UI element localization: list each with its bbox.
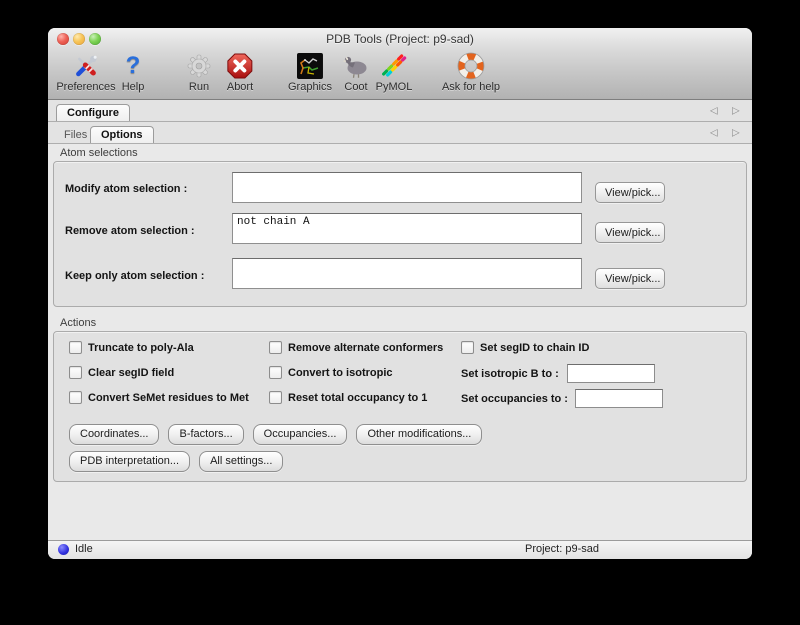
toolbar-button-coot[interactable]: Coot bbox=[342, 51, 370, 93]
toolbar-label-graphics: Graphics bbox=[288, 81, 332, 93]
checkbox-convert-to-isotropic[interactable]: Convert to isotropic bbox=[269, 366, 393, 379]
toolbar-button-preferences[interactable]: Preferences bbox=[56, 51, 115, 93]
toolbar-label-preferences: Preferences bbox=[56, 81, 115, 93]
actions-group-label: Actions bbox=[60, 317, 96, 329]
checkbox-set-segid-to-chain-id[interactable]: Set segID to chain ID bbox=[461, 341, 589, 354]
inner-tab-bar: Files Options ◁ ▷ bbox=[48, 122, 752, 144]
modify-atom-selection-label: Modify atom selection : bbox=[65, 183, 187, 195]
checkbox-remove-alternate-conformers[interactable]: Remove alternate conformers bbox=[269, 341, 443, 354]
crossed-tools-icon bbox=[56, 51, 115, 81]
view-pick-modify-button[interactable]: View/pick... bbox=[595, 182, 665, 203]
close-window-button[interactable] bbox=[57, 33, 69, 45]
status-indicator-ball-icon bbox=[58, 544, 69, 555]
toolbar-button-ask-for-help[interactable]: Ask for help bbox=[442, 51, 500, 93]
set-occupancies-input[interactable] bbox=[575, 389, 663, 408]
tab-options[interactable]: Options bbox=[90, 126, 154, 143]
titlebar-toolbar: PDB Tools (Project: p9-sad) Preferences … bbox=[48, 28, 752, 100]
atom-selections-group-label: Atom selections bbox=[60, 147, 138, 159]
other-modifications-button[interactable]: Other modifications... bbox=[356, 424, 482, 445]
question-mark-icon: ? bbox=[122, 51, 145, 81]
toolbar-button-help[interactable]: ? Help bbox=[122, 51, 145, 93]
set-occupancies-label: Set occupancies to : bbox=[461, 393, 568, 405]
view-pick-remove-button[interactable]: View/pick... bbox=[595, 222, 665, 243]
checkbox-box-icon bbox=[269, 391, 282, 404]
toolbar-button-abort[interactable]: Abort bbox=[227, 51, 253, 93]
b-factors-button[interactable]: B-factors... bbox=[168, 424, 243, 445]
action-buttons-row-1: Coordinates... B-factors... Occupancies.… bbox=[69, 424, 482, 445]
set-isotropic-b-label: Set isotropic B to : bbox=[461, 368, 559, 380]
remove-atom-selection-label: Remove atom selection : bbox=[65, 225, 195, 237]
tab-scroll-right-icon[interactable]: ▷ bbox=[732, 105, 740, 116]
keep-only-atom-selection-input[interactable] bbox=[232, 258, 582, 289]
set-isotropic-b-input[interactable] bbox=[567, 364, 655, 383]
project-label: Project: p9-sad bbox=[525, 543, 599, 555]
checkbox-clear-segid-field[interactable]: Clear segID field bbox=[69, 366, 174, 379]
toolbar-button-run[interactable]: Run bbox=[186, 51, 212, 93]
toolbar-button-graphics[interactable]: Graphics bbox=[288, 51, 332, 93]
outer-tab-bar: Configure ◁ ▷ bbox=[48, 100, 752, 122]
checkbox-box-icon bbox=[69, 391, 82, 404]
toolbar-label-help: Help bbox=[122, 81, 145, 93]
remove-atom-selection-input[interactable]: not chain A bbox=[232, 213, 582, 244]
molecule-graphics-icon bbox=[288, 51, 332, 81]
abort-stop-icon bbox=[227, 51, 253, 81]
lifebuoy-icon bbox=[442, 51, 500, 81]
occupancies-button[interactable]: Occupancies... bbox=[253, 424, 348, 445]
keep-only-atom-selection-label: Keep only atom selection : bbox=[65, 270, 204, 282]
action-buttons-row-2: PDB interpretation... All settings... bbox=[69, 451, 283, 472]
pdb-interpretation-button[interactable]: PDB interpretation... bbox=[69, 451, 190, 472]
checkbox-reset-total-occupancy[interactable]: Reset total occupancy to 1 bbox=[269, 391, 427, 404]
checkbox-box-icon bbox=[269, 341, 282, 354]
modify-atom-selection-input[interactable] bbox=[232, 172, 582, 203]
window-title: PDB Tools (Project: p9-sad) bbox=[108, 32, 692, 46]
toolbar-label-ask-for-help: Ask for help bbox=[442, 81, 500, 93]
all-settings-button[interactable]: All settings... bbox=[199, 451, 283, 472]
toolbar-button-pymol[interactable]: PyMOL bbox=[376, 51, 413, 93]
tab-scroll-left-icon[interactable]: ◁ bbox=[710, 127, 718, 138]
checkbox-convert-semet-to-met[interactable]: Convert SeMet residues to Met bbox=[69, 391, 249, 404]
checkbox-truncate-to-poly-ala[interactable]: Truncate to poly-Ala bbox=[69, 341, 194, 354]
gear-icon bbox=[186, 51, 212, 81]
checkbox-box-icon bbox=[269, 366, 282, 379]
toolbar-label-pymol: PyMOL bbox=[376, 81, 413, 93]
checkbox-box-icon bbox=[461, 341, 474, 354]
app-window: PDB Tools (Project: p9-sad) Preferences … bbox=[48, 28, 752, 559]
view-pick-keep-only-button[interactable]: View/pick... bbox=[595, 268, 665, 289]
toolbar-label-coot: Coot bbox=[342, 81, 370, 93]
toolbar-label-run: Run bbox=[186, 81, 212, 93]
checkbox-box-icon bbox=[69, 341, 82, 354]
tab-scroll-left-icon[interactable]: ◁ bbox=[710, 105, 718, 116]
status-bar: Idle Project: p9-sad bbox=[48, 540, 752, 559]
zoom-window-button[interactable] bbox=[89, 33, 101, 45]
tab-scroll-right-icon[interactable]: ▷ bbox=[732, 127, 740, 138]
minimize-window-button[interactable] bbox=[73, 33, 85, 45]
rainbow-ribbon-icon bbox=[376, 51, 413, 81]
coot-bird-icon bbox=[342, 51, 370, 81]
checkbox-box-icon bbox=[69, 366, 82, 379]
status-text: Idle bbox=[75, 543, 93, 555]
coordinates-button[interactable]: Coordinates... bbox=[69, 424, 159, 445]
tab-configure[interactable]: Configure bbox=[56, 104, 130, 121]
toolbar-label-abort: Abort bbox=[227, 81, 253, 93]
